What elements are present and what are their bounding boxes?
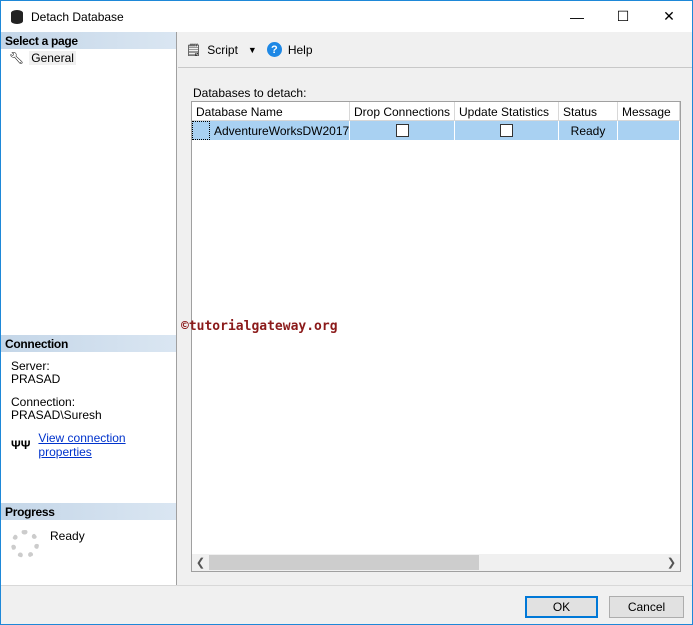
update-statistics-checkbox[interactable]	[500, 124, 513, 137]
sidebar-item-label: General	[29, 51, 76, 65]
progress-section: Progress Ready	[1, 503, 176, 558]
help-button[interactable]: Help	[288, 43, 313, 57]
wrench-icon: 🔧︎	[9, 51, 25, 65]
maximize-button[interactable]: ☐	[600, 1, 646, 32]
column-header-database-name[interactable]: Database Name	[192, 102, 350, 121]
select-page-heading: Select a page	[1, 32, 176, 49]
connection-label: Connection:	[11, 395, 76, 409]
watermark: ©tutorialgateway.org	[181, 319, 338, 334]
row-selector[interactable]	[192, 121, 210, 140]
horizontal-scrollbar[interactable]: ❮ ❯	[192, 554, 680, 571]
script-button[interactable]: Script	[207, 43, 238, 57]
help-icon: ?	[266, 42, 282, 57]
script-dropdown-icon[interactable]: ▼	[248, 45, 257, 55]
scroll-right-icon[interactable]: ❯	[663, 556, 680, 569]
databases-to-detach-label: Databases to detach:	[193, 86, 307, 100]
column-header-message[interactable]: Message	[618, 102, 680, 121]
column-header-update-statistics[interactable]: Update Statistics	[455, 102, 559, 121]
cell-status: Ready	[559, 121, 618, 140]
window-title: Detach Database	[31, 9, 124, 24]
cell-message	[618, 121, 680, 140]
detach-database-dialog: Detach Database — ☐ ✕ Select a page 🔧︎ G…	[0, 0, 693, 625]
progress-spinner-icon	[11, 530, 39, 558]
databases-grid: Database Name Drop Connections Update St…	[191, 101, 681, 572]
toolbar: 🗒︎ Script ▼ ? Help	[178, 32, 692, 68]
cell-drop-connections	[350, 121, 455, 140]
column-header-status[interactable]: Status	[559, 102, 618, 121]
cell-database-name: AdventureWorksDW2017	[210, 121, 350, 140]
drop-connections-checkbox[interactable]	[395, 124, 409, 137]
dialog-footer: OK Cancel	[1, 585, 692, 625]
close-button[interactable]: ✕	[646, 1, 692, 32]
connection-section: Connection Server: PRASAD Connection: PRAS…	[1, 335, 176, 459]
column-header-drop-connections[interactable]: Drop Connections	[350, 102, 455, 121]
view-connection-properties-link[interactable]: View connection properties	[38, 431, 166, 459]
connection-value: PRASAD\Suresh	[11, 408, 102, 422]
connection-heading: Connection	[1, 335, 176, 352]
database-icon	[11, 9, 23, 24]
plug-icon: ΨΨ	[11, 438, 31, 452]
minimize-button[interactable]: —	[554, 1, 600, 32]
cancel-button[interactable]: Cancel	[609, 596, 684, 618]
sidebar: Select a page 🔧︎ General Connection Serv…	[1, 32, 177, 585]
script-icon: 🗒︎	[186, 42, 202, 57]
ok-button[interactable]: OK	[525, 596, 598, 618]
sidebar-item-general[interactable]: 🔧︎ General	[1, 49, 176, 67]
server-label: Server:	[11, 359, 50, 373]
scroll-left-icon[interactable]: ❮	[192, 556, 209, 569]
progress-heading: Progress	[1, 503, 176, 520]
progress-status: Ready	[50, 529, 85, 543]
title-bar: Detach Database — ☐ ✕	[1, 1, 692, 32]
scrollbar-thumb[interactable]	[209, 555, 479, 570]
grid-header: Database Name Drop Connections Update St…	[192, 102, 680, 121]
table-row[interactable]: AdventureWorksDW2017 Ready	[192, 121, 680, 140]
server-value: PRASAD	[11, 372, 61, 386]
cell-update-statistics	[455, 121, 559, 140]
